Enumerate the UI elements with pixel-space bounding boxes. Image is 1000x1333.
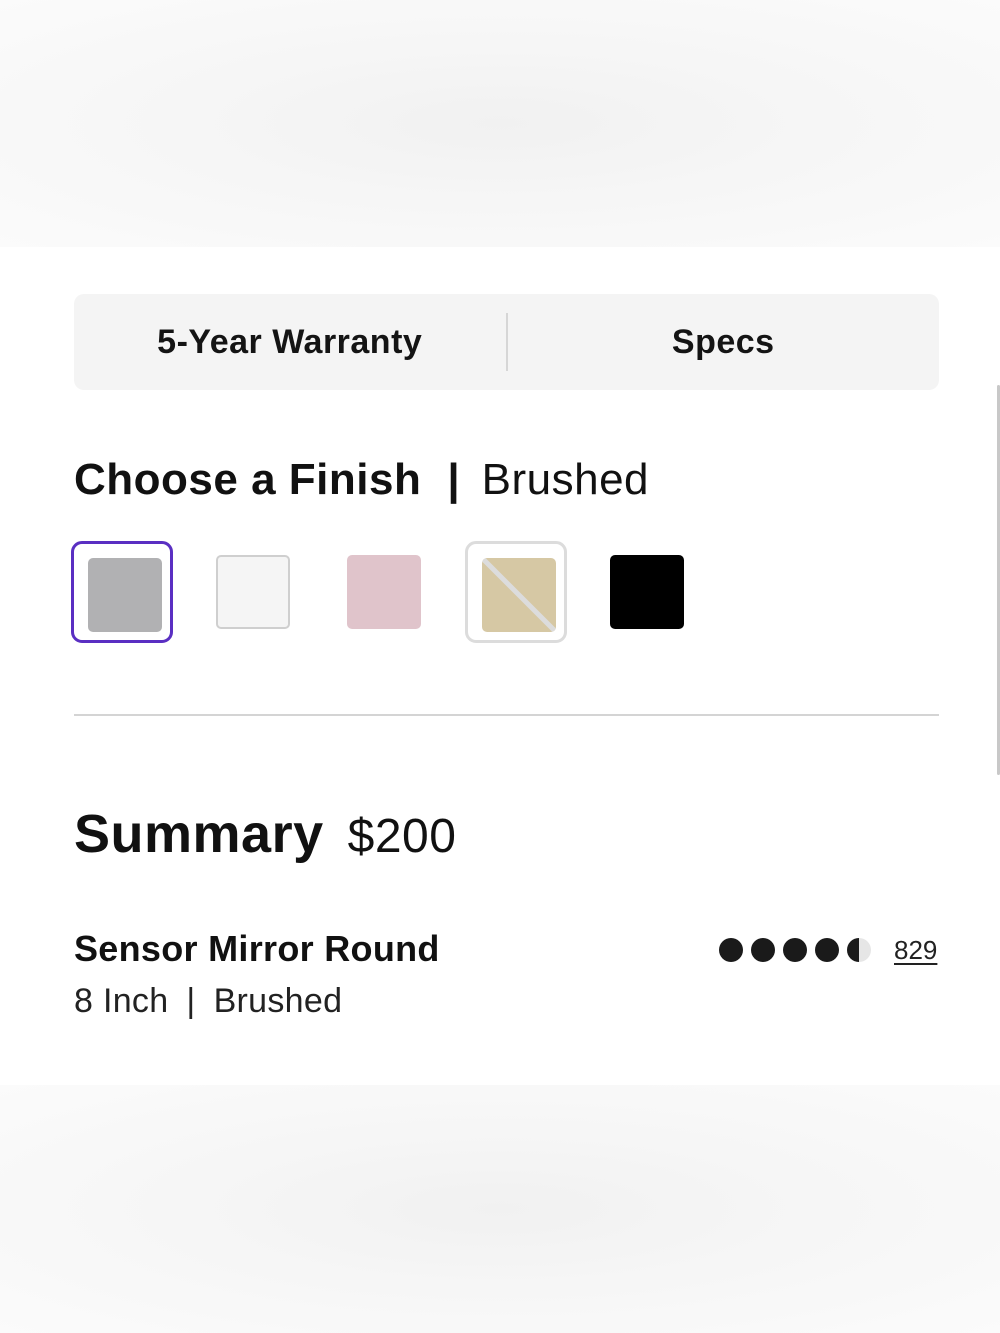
unavailable-slash-icon	[482, 558, 556, 632]
swatch-brushed[interactable]	[71, 541, 173, 643]
finish-heading-separator: |	[447, 455, 460, 504]
star-rating	[718, 935, 878, 965]
swatch-black-chip	[610, 555, 684, 629]
summary-title: Summary	[74, 804, 324, 864]
product-variant: 8 Inch | Brushed	[74, 980, 342, 1022]
finish-heading-label: Choose a Finish	[74, 455, 422, 504]
tab-specs[interactable]: Specs	[508, 294, 940, 390]
bottom-backdrop	[0, 1085, 1000, 1333]
swatch-brushed-chip	[88, 558, 162, 632]
rating-dot-full	[815, 938, 839, 962]
unavailable-slash-line	[482, 558, 556, 632]
product-size: 8 Inch	[74, 982, 169, 1020]
page: 5-Year Warranty Specs Choose a Finish | Br…	[0, 0, 1000, 1333]
finish-heading: Choose a Finish | Brushed	[74, 452, 649, 508]
selected-finish-value: Brushed	[481, 455, 650, 504]
swatch-pink[interactable]	[333, 541, 435, 643]
product-finish: Brushed	[213, 982, 343, 1020]
summary-price: $200	[347, 810, 457, 863]
top-backdrop	[0, 0, 1000, 247]
swatch-white-chip	[216, 555, 290, 629]
review-count-link[interactable]: 829	[894, 933, 937, 967]
section-divider	[74, 714, 939, 716]
swatch-gold-chip	[482, 558, 556, 632]
rating-dot-full	[783, 938, 807, 962]
rating-dot-full	[719, 938, 743, 962]
tab-warranty[interactable]: 5-Year Warranty	[74, 294, 506, 390]
product-variant-separator: |	[186, 982, 196, 1020]
rating-dots-icon	[719, 938, 871, 962]
swatch-black[interactable]	[596, 541, 698, 643]
swatch-pink-chip	[347, 555, 421, 629]
rating-dot-full	[751, 938, 775, 962]
product-name: Sensor Mirror Round	[74, 928, 440, 969]
info-tabs: 5-Year Warranty Specs	[74, 294, 939, 390]
summary-heading: Summary $200	[74, 802, 456, 880]
swatch-gold[interactable]	[465, 541, 567, 643]
product-options-panel: 5-Year Warranty Specs Choose a Finish | Br…	[0, 247, 1000, 1085]
swatch-white[interactable]	[202, 541, 304, 643]
